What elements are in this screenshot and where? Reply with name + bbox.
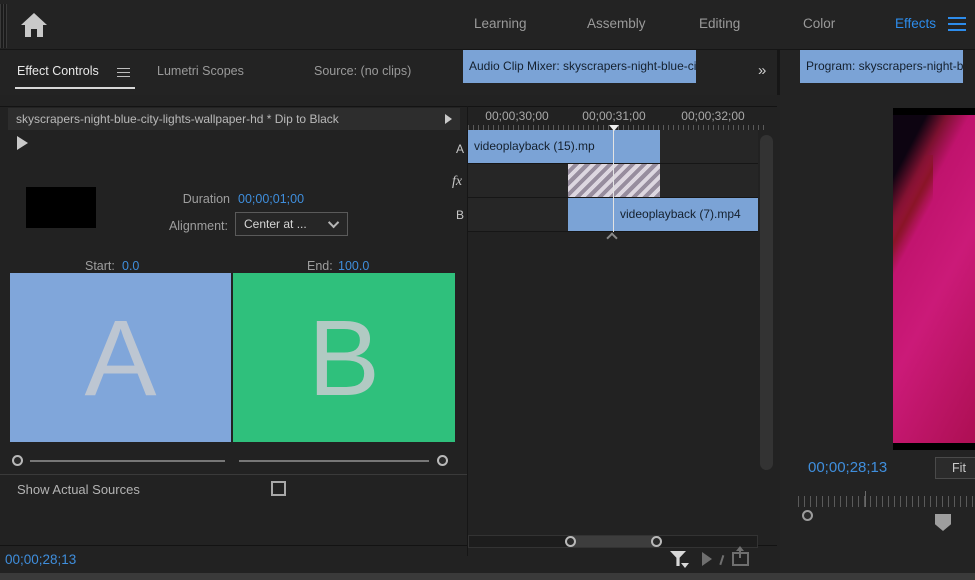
clip-a[interactable]: videoplayback (15).mp	[468, 130, 660, 163]
workspace-tab-effects[interactable]: Effects	[895, 16, 936, 31]
ruler-tick-label: 00;00;32;00	[663, 109, 763, 123]
panel-separator	[777, 50, 780, 95]
alignment-dropdown[interactable]: Center at ...	[235, 212, 348, 236]
effect-controls-timecode[interactable]: 00;00;28;13	[5, 552, 76, 567]
tab-source-monitor[interactable]: Source: (no clips)	[314, 64, 411, 78]
track-fx-label: fx	[452, 174, 462, 190]
ruler-major-tick	[865, 491, 866, 507]
panel-menu-icon[interactable]	[117, 68, 130, 77]
filter-icon[interactable]	[668, 550, 688, 570]
tab-lumetri-scopes[interactable]: Lumetri Scopes	[157, 64, 244, 78]
track-a-label: A	[456, 142, 464, 156]
zoom-level-dropdown[interactable]: Fit	[935, 457, 975, 479]
divider	[0, 474, 467, 475]
clip-b[interactable]: videoplayback (7).mp4	[568, 198, 758, 231]
start-slider[interactable]	[10, 454, 231, 468]
duration-value[interactable]: 00;00;01;00	[238, 192, 304, 206]
transition-block[interactable]	[568, 164, 660, 197]
bottom-edge-strip	[0, 573, 975, 580]
panel-top-border	[0, 106, 777, 107]
end-slider-handle[interactable]	[437, 455, 448, 466]
ruler-tick-label: 00;00;31;00	[564, 109, 664, 123]
track-b-label: B	[456, 208, 464, 222]
start-value[interactable]: 0.0	[122, 259, 139, 273]
workspace-tab-assembly[interactable]: Assembly	[587, 16, 646, 31]
home-icon[interactable]	[19, 11, 49, 39]
start-label: Start:	[85, 259, 115, 273]
playhead-line[interactable]	[613, 128, 614, 232]
timeline-vertical-scrollbar[interactable]	[760, 135, 773, 470]
workspace-tab-editing[interactable]: Editing	[699, 16, 740, 31]
ruler-tick-label: 00;00;30;00	[467, 109, 567, 123]
play-transition-icon[interactable]	[17, 136, 28, 150]
playhead-marker[interactable]	[609, 125, 619, 131]
preview-b-letter: B	[308, 304, 380, 412]
program-monitor-panel: 00;00;28;13 Fit	[780, 95, 975, 573]
effect-header-bar[interactable]: skyscrapers-night-blue-city-lights-wallp…	[8, 108, 460, 130]
filter-arrow	[681, 563, 689, 568]
collapse-arrow-icon[interactable]	[445, 114, 452, 124]
shield-icon[interactable]	[935, 514, 951, 531]
tab-program-monitor[interactable]: Program: skyscrapers-night-b	[800, 50, 963, 83]
preview-b-box[interactable]: B	[233, 273, 455, 442]
effect-controls-panel: skyscrapers-night-blue-city-lights-wallp…	[0, 95, 777, 573]
program-timecode[interactable]: 00;00;28;13	[808, 459, 887, 476]
program-video-frame[interactable]	[893, 108, 975, 450]
export-icon[interactable]	[732, 552, 749, 566]
zoom-handle-right[interactable]	[651, 536, 662, 547]
workspace-tab-learning[interactable]: Learning	[474, 16, 527, 31]
effect-title: skyscrapers-night-blue-city-lights-wallp…	[16, 112, 445, 126]
timeline-ruler[interactable]: 00;00;30;00 00;00;31;00 00;00;32;00	[468, 108, 777, 130]
tab-overflow-chevron-icon[interactable]: »	[758, 62, 764, 79]
workspace-menu-icon[interactable]	[948, 17, 966, 31]
show-actual-sources-checkbox[interactable]	[271, 481, 286, 496]
workspace-tab-color[interactable]: Color	[803, 16, 835, 31]
program-mini-ruler[interactable]	[798, 496, 975, 507]
active-tab-underline	[15, 87, 135, 89]
end-slider[interactable]	[233, 454, 455, 468]
start-slider-track	[30, 460, 225, 462]
program-playhead-handle[interactable]	[802, 510, 813, 521]
timeline-zoom-scrollbar[interactable]	[468, 535, 758, 548]
zoom-handle-left[interactable]	[565, 536, 576, 547]
preview-a-box[interactable]: A	[10, 273, 231, 442]
tab-audio-clip-mixer[interactable]: Audio Clip Mixer: skyscrapers-night-blue…	[463, 50, 696, 83]
start-slider-handle[interactable]	[12, 455, 23, 466]
end-label: End:	[307, 259, 333, 273]
duration-label: Duration	[0, 192, 230, 206]
show-actual-sources-label: Show Actual Sources	[17, 482, 140, 497]
play-audio-icon[interactable]	[702, 552, 712, 566]
preview-a-letter: A	[84, 304, 156, 412]
workspace-bar: Learning Assembly Editing Color Effects	[0, 0, 975, 50]
panel-tab-row: Effect Controls Lumetri Scopes Source: (…	[0, 50, 975, 95]
video-highlight	[893, 155, 933, 275]
alignment-label: Alignment:	[0, 219, 228, 233]
end-value[interactable]: 100.0	[338, 259, 369, 273]
tab-effect-controls[interactable]: Effect Controls	[17, 64, 99, 78]
zoom-scrollbar-thumb[interactable]	[569, 536, 659, 547]
panel-grip	[0, 4, 7, 48]
end-slider-track	[239, 460, 429, 462]
premiere-app-window: Learning Assembly Editing Color Effects …	[0, 0, 975, 580]
chevron-up-icon[interactable]	[606, 232, 617, 243]
alignment-value: Center at ...	[244, 217, 331, 231]
